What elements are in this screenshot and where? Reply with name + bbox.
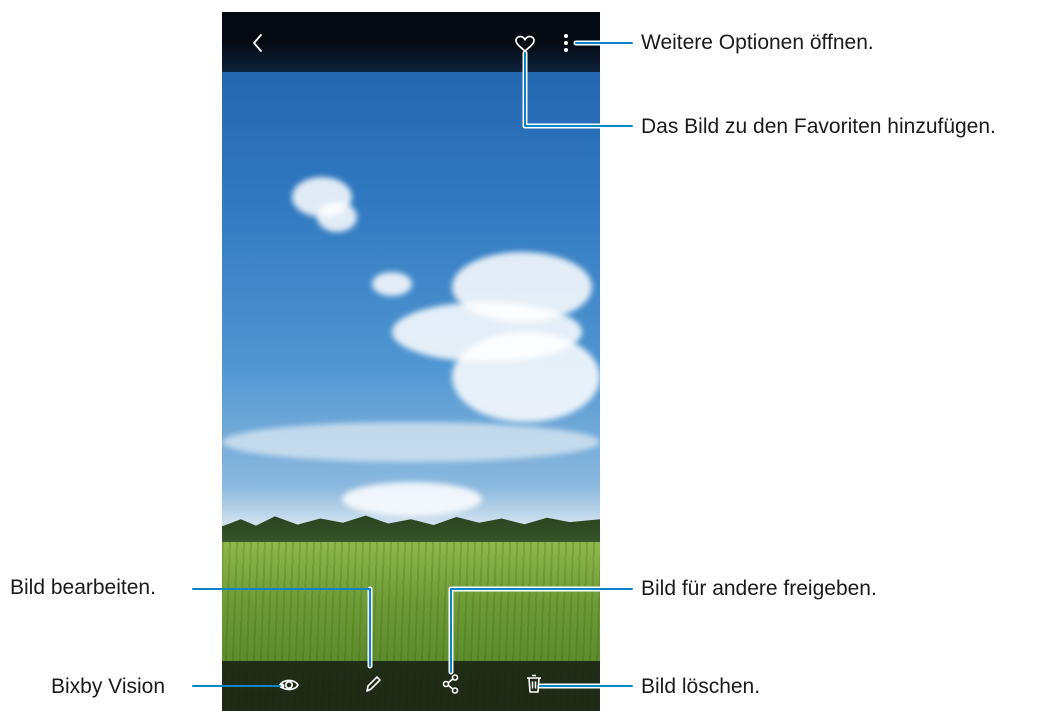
callout-line-share [450, 588, 633, 673]
callout-share-image: Bild für andere freigeben. [641, 577, 877, 600]
callout-delete-image: Bild löschen. [641, 675, 761, 698]
callout-add-favorite: Das Bild zu den Favoriten hinzufügen. [641, 115, 996, 138]
callout-lines [192, 40, 635, 689]
callout-edit-image: Bild bearbeiten. [10, 576, 156, 599]
callout-more-options: Weitere Optionen öffnen. [641, 31, 874, 54]
callout-line-favorite [524, 52, 633, 127]
callout-bixby-vision: Bixby Vision [51, 675, 166, 698]
callout-line-edit [192, 588, 371, 667]
